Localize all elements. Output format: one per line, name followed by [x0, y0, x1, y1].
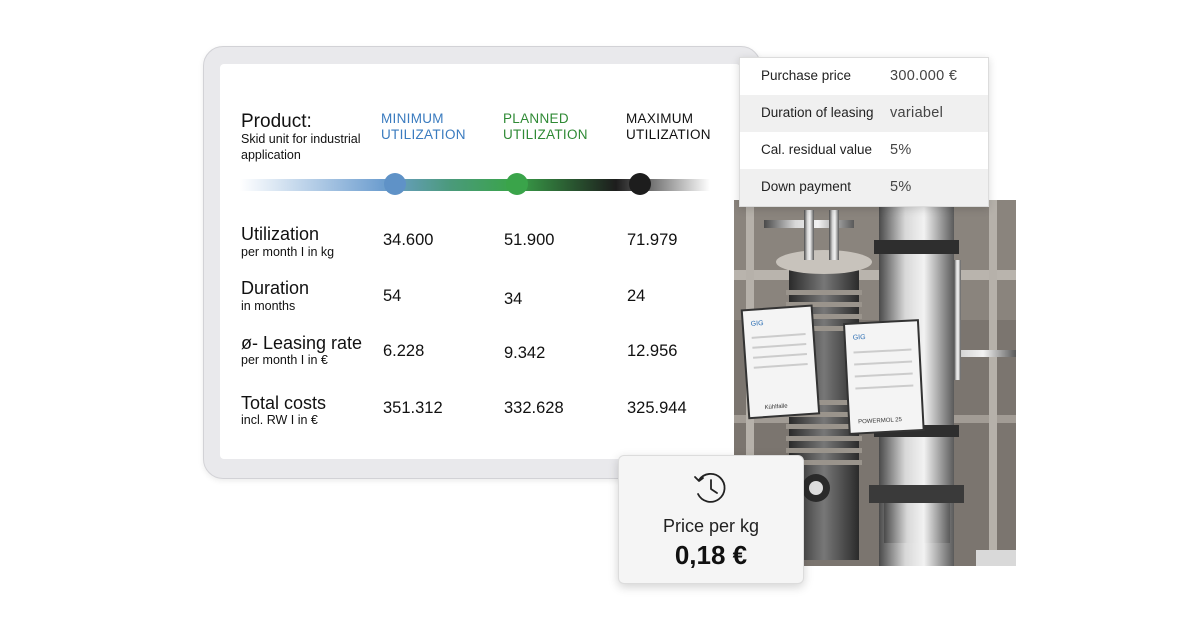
row-sub-utilization: per month I in kg — [241, 245, 335, 259]
info-row-purchase-price: Purchase price 300.000 € — [761, 68, 958, 84]
value-leasing-min: 6.228 — [383, 342, 425, 360]
column-planned-utilization: PLANNED UTILIZATION — [503, 111, 588, 142]
value-duration-min: 54 — [383, 287, 402, 305]
info-row-duration-of-leasing: Duration of leasing variabel — [740, 95, 988, 132]
value-leasing-planned: 9.342 — [504, 344, 546, 362]
product-subtitle: Skid unit for industrial application — [241, 132, 361, 162]
row-sub-duration: in months — [241, 299, 296, 313]
price-label: Price per kg — [662, 516, 760, 536]
leasing-info-table: Purchase price 300.000 € Duration of lea… — [739, 57, 989, 207]
value-total-min: 351.312 — [383, 399, 443, 417]
row-label-total-costs: Total costs — [241, 393, 327, 413]
clock-history-icon — [694, 473, 726, 503]
row-label-leasing-rate: ø- Leasing rate — [241, 333, 363, 353]
price-value: 0,18 € — [674, 540, 748, 570]
info-row-down-payment: Down payment 5% — [740, 169, 988, 206]
value-total-max: 325.944 — [627, 399, 687, 417]
product-title: Product: — [241, 111, 312, 132]
value-total-planned: 332.628 — [504, 399, 564, 417]
minimum-marker — [384, 173, 406, 195]
value-utilization-max: 71.979 — [627, 231, 678, 249]
price-per-kg-card: Price per kg 0,18 € — [618, 455, 804, 584]
brand-logo-right: GIG — [853, 334, 866, 342]
maximum-marker — [629, 173, 651, 195]
value-duration-max: 24 — [627, 287, 646, 305]
column-minimum-utilization: MINIMUM UTILIZATION — [381, 111, 466, 142]
planned-marker — [506, 173, 528, 195]
value-leasing-max: 12.956 — [627, 342, 678, 360]
value-utilization-min: 34.600 — [383, 231, 434, 249]
row-label-utilization: Utilization — [241, 224, 320, 244]
column-maximum-utilization: MAXIMUM UTILIZATION — [626, 111, 711, 142]
info-row-residual-value: Cal. residual value 5% — [761, 142, 912, 158]
row-sub-total-costs: incl. RW I in € — [241, 413, 318, 427]
row-sub-leasing-rate: per month I in € — [241, 353, 328, 367]
value-duration-planned: 34 — [504, 290, 523, 308]
brand-logo-left: GIG — [751, 320, 764, 328]
value-utilization-planned: 51.900 — [504, 231, 555, 249]
row-label-duration: Duration — [241, 278, 310, 298]
